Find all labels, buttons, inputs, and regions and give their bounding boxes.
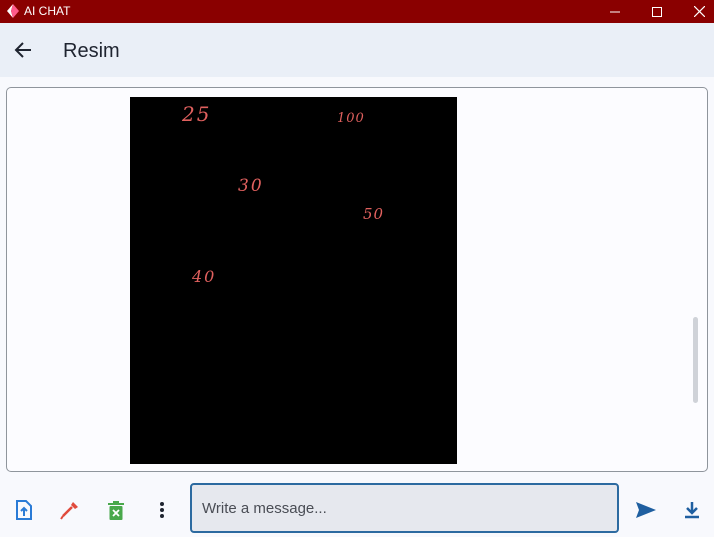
app-bar: Resim <box>0 23 714 77</box>
handwritten-number: 30 <box>238 176 264 196</box>
delete-file-button[interactable] <box>102 496 130 524</box>
download-button[interactable] <box>678 496 706 524</box>
send-icon <box>636 502 656 518</box>
close-icon <box>693 6 705 17</box>
handwritten-number: 40 <box>192 267 217 286</box>
message-input[interactable] <box>190 483 619 533</box>
handwritten-number: 50 <box>363 205 385 223</box>
maximize-button[interactable] <box>635 0 679 23</box>
more-options-button[interactable] <box>148 496 176 524</box>
composer-bar <box>0 478 714 537</box>
app-logo-icon <box>7 4 19 18</box>
page-title: Resim <box>63 40 120 62</box>
minimize-button[interactable] <box>593 0 637 23</box>
upload-file-button[interactable] <box>10 496 38 524</box>
window-titlebar: AI CHAT <box>0 0 714 23</box>
uploaded-image: 25 100 30 50 40 <box>130 97 457 464</box>
color-picker-icon <box>60 502 78 520</box>
download-icon <box>685 502 699 519</box>
back-button[interactable] <box>8 35 38 65</box>
send-button[interactable] <box>632 496 660 524</box>
back-arrow-icon <box>14 42 31 58</box>
upload-file-icon <box>16 500 32 520</box>
window-title: AI CHAT <box>24 4 71 18</box>
chat-messages-panel[interactable]: 25 100 30 50 40 <box>6 87 708 472</box>
minimize-icon <box>610 11 620 12</box>
maximize-icon <box>652 6 662 17</box>
handwritten-number: 25 <box>182 102 212 126</box>
scrollbar-thumb[interactable] <box>693 317 698 403</box>
close-button[interactable] <box>677 0 714 23</box>
handwritten-number: 100 <box>337 111 365 126</box>
more-vert-icon <box>160 502 164 518</box>
delete-file-icon <box>108 500 124 520</box>
color-picker-button[interactable] <box>56 496 84 524</box>
